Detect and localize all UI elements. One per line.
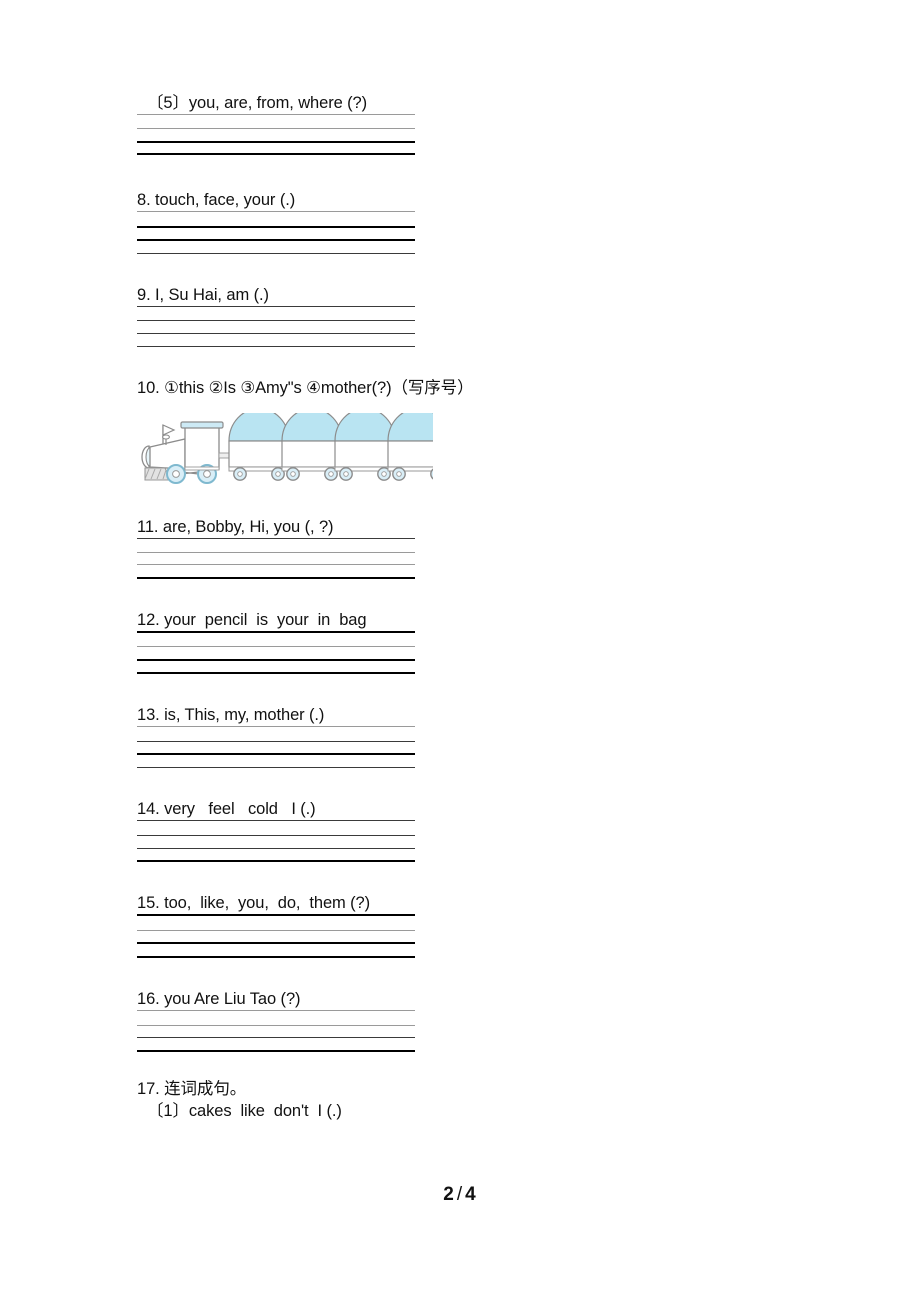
question-text-q16: 16. you Are Liu Tao (?): [137, 990, 301, 1008]
question-block-q16: 16. you Are Liu Tao (?): [137, 988, 777, 1052]
train-illustration: [141, 407, 777, 490]
answer-lines-q8[interactable]: [137, 211, 415, 254]
answer-lines-q15[interactable]: [137, 914, 415, 958]
question-block-q5: 〔5〕you, are, from, where (?): [137, 92, 777, 155]
answer-lines-q12[interactable]: [137, 631, 415, 674]
answer-lines-q9[interactable]: [137, 306, 415, 347]
question-text-q13: 13. is, This, my, mother (.): [137, 706, 325, 724]
question-block-q13: 13. is, This, my, mother (.): [137, 704, 777, 768]
question-list: 〔5〕you, are, from, where (?) 8. touch, f…: [137, 92, 777, 1122]
page-number-total: 4: [465, 1184, 477, 1205]
page-number-current: 2: [443, 1184, 455, 1205]
answer-lines-q13[interactable]: [137, 726, 415, 768]
question-block-q12: 12. your pencil is your in bag: [137, 609, 777, 674]
question-text-q15: 15. too, like, you, do, them (?): [137, 894, 371, 912]
question-block-q10: 10. ①this ②Is ③Amy"s ④mother(?)（写序号）: [137, 377, 777, 490]
question-subitem-q17-1: 〔1〕cakes like don't I (.): [147, 1102, 342, 1120]
answer-lines-q14[interactable]: [137, 820, 415, 862]
page-number-separator: /: [456, 1184, 464, 1205]
question-block-q8: 8. touch, face, your (.): [137, 189, 777, 254]
answer-lines-q11[interactable]: [137, 538, 415, 579]
question-text-q12: 12. your pencil is your in bag: [137, 611, 367, 629]
question-text-q17: 17. 连词成句。: [137, 1080, 247, 1098]
question-block-q14: 14. very feel cold I (.): [137, 798, 777, 862]
question-text-q10: 10. ①this ②Is ③Amy"s ④mother(?)（写序号）: [137, 379, 474, 397]
question-text-q8: 8. touch, face, your (.): [137, 191, 296, 209]
question-text-q9: 9. I, Su Hai, am (.): [137, 286, 269, 304]
question-text-q5: 〔5〕you, are, from, where (?): [147, 94, 368, 112]
question-block-q9: 9. I, Su Hai, am (.): [137, 284, 777, 347]
question-text-q11: 11. are, Bobby, Hi, you (, ?): [137, 518, 334, 536]
answer-lines-q5[interactable]: [137, 114, 415, 155]
answer-lines-q16[interactable]: [137, 1010, 415, 1052]
question-block-q15: 15. too, like, you, do, them (?): [137, 892, 777, 958]
question-block-q17: 17. 连词成句。 〔1〕cakes like don't I (.): [137, 1078, 777, 1122]
question-block-q11: 11. are, Bobby, Hi, you (, ?): [137, 516, 777, 579]
question-text-q14: 14. very feel cold I (.): [137, 800, 316, 818]
page-footer: 2/4: [0, 1184, 920, 1206]
worksheet-page: 〔5〕you, are, from, where (?) 8. touch, f…: [0, 0, 920, 1302]
